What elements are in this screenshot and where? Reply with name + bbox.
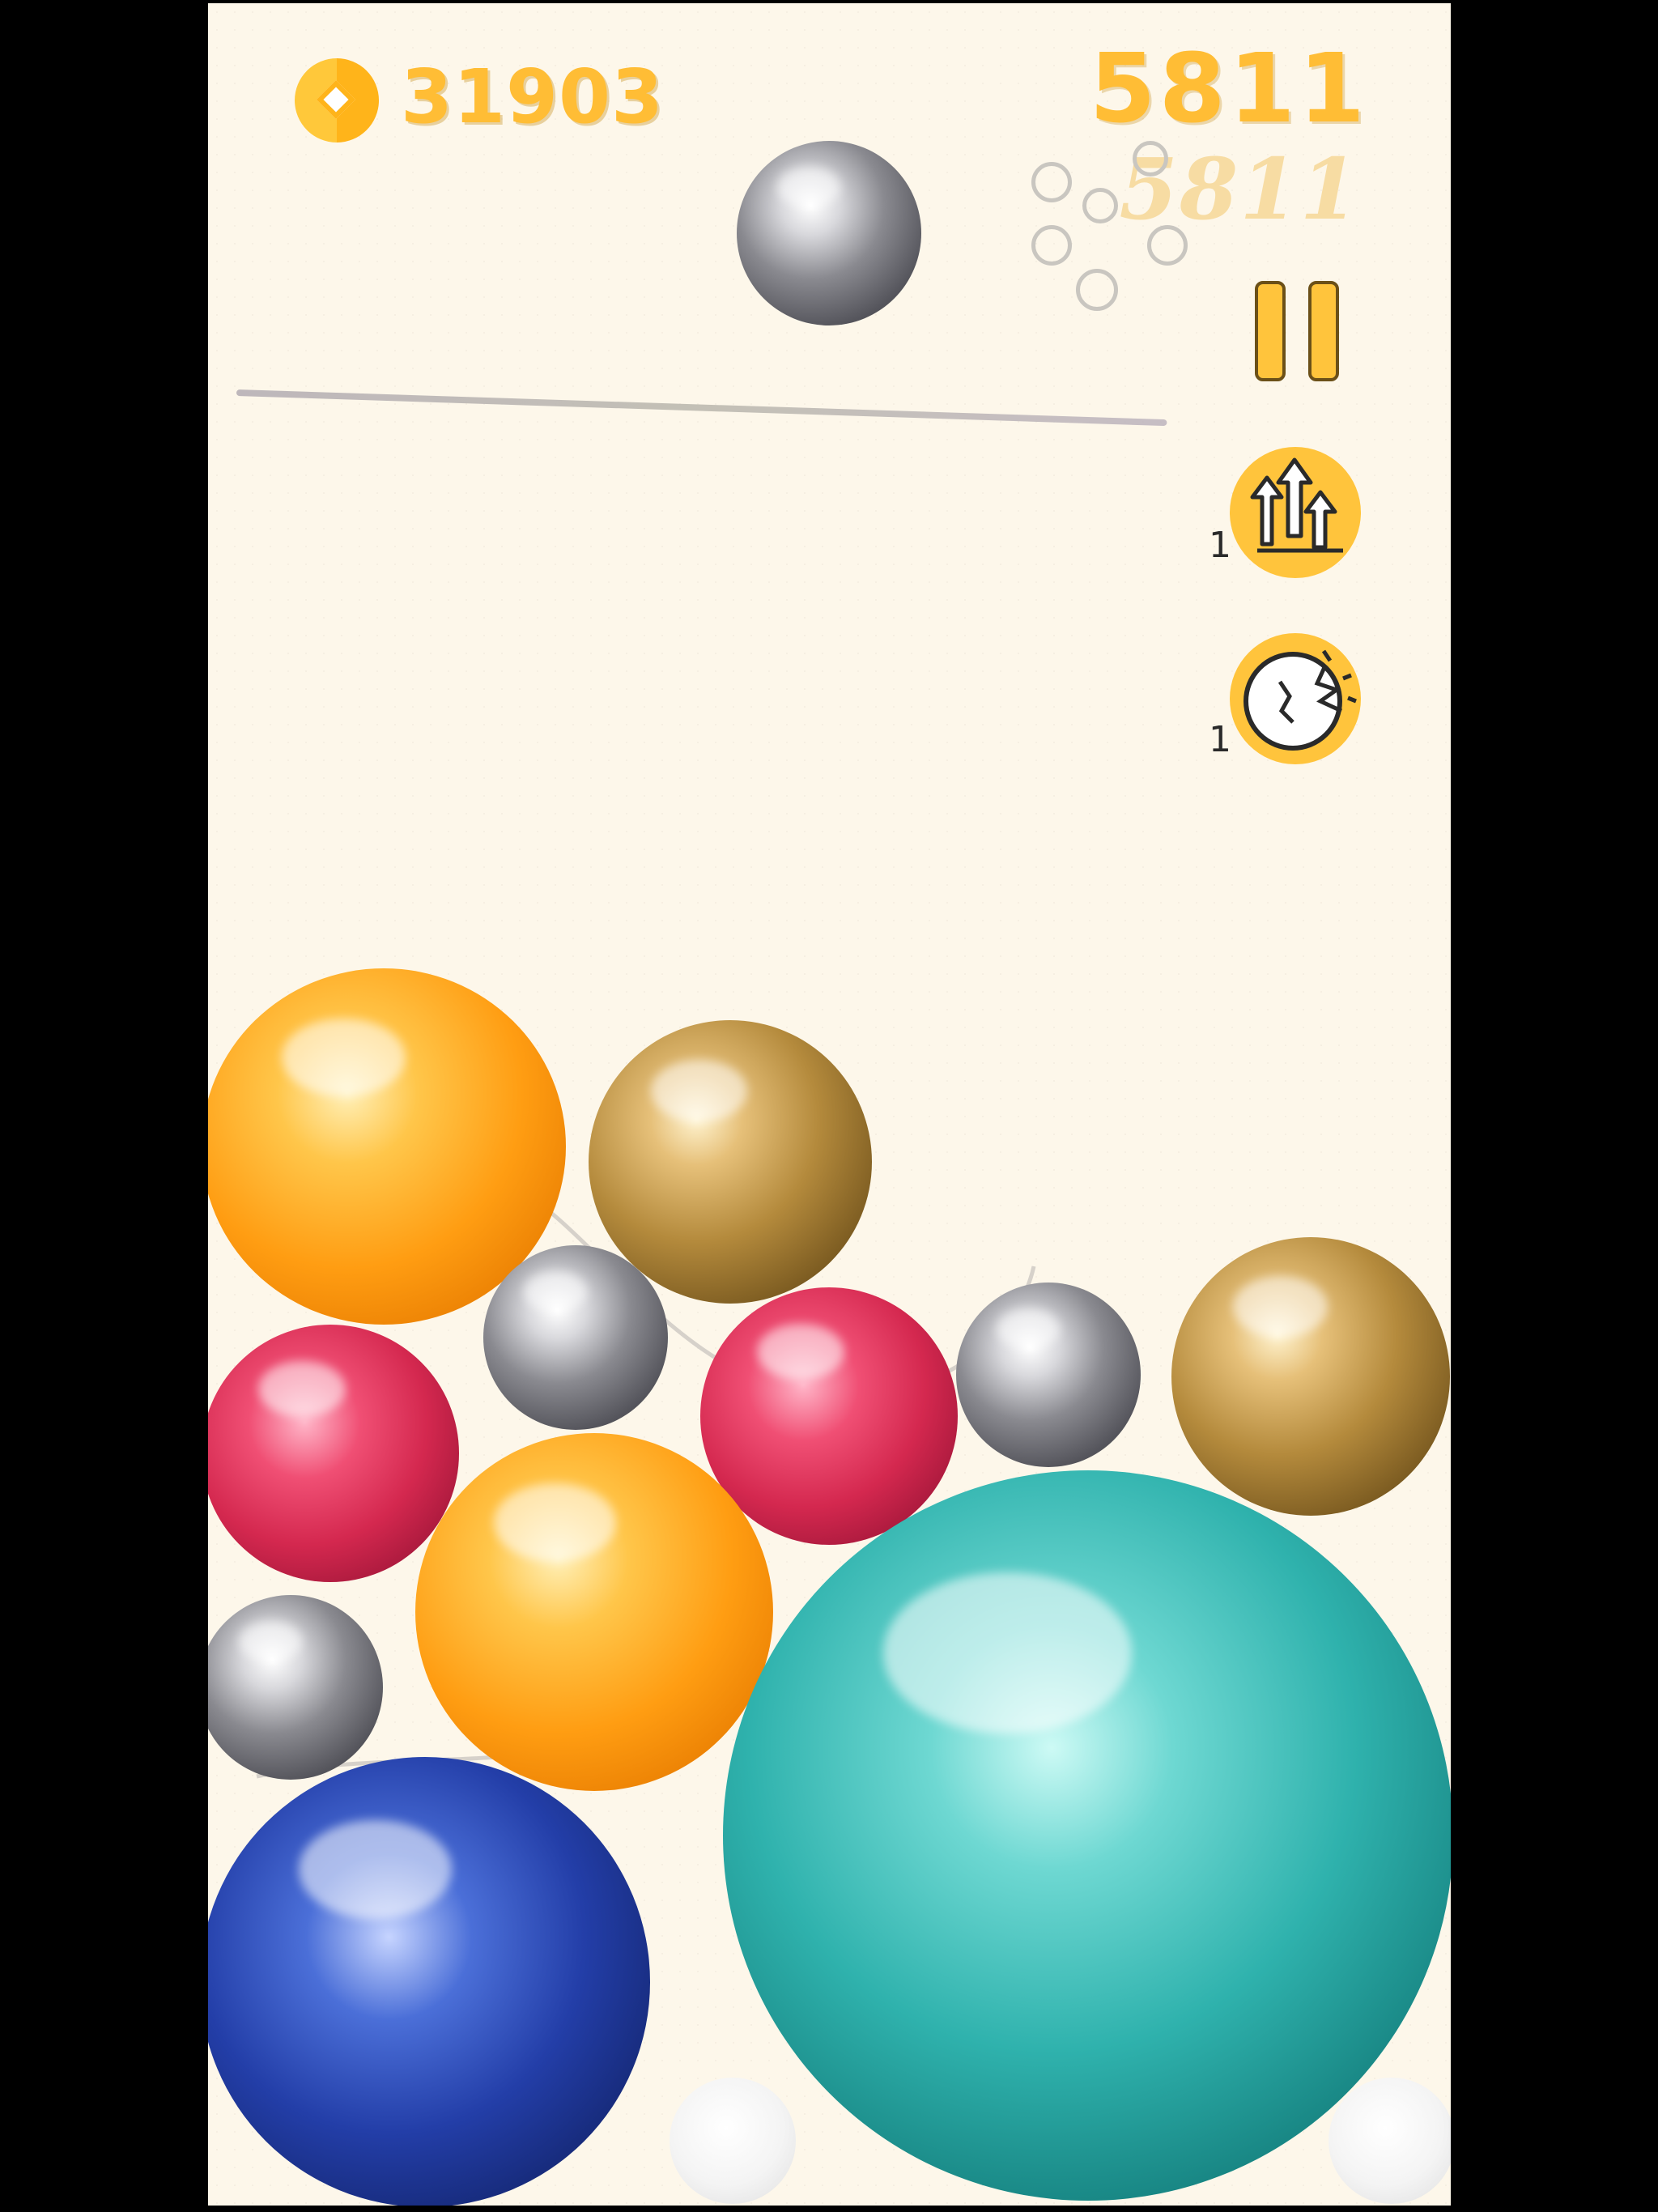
ball-white bbox=[1329, 2078, 1451, 2204]
ball-orange bbox=[415, 1433, 773, 1791]
ball-ruby bbox=[208, 1325, 459, 1582]
ball-teal bbox=[723, 1470, 1451, 2201]
ball-gold bbox=[589, 1020, 872, 1304]
game-board[interactable]: 31903 5811 5811 1 1 bbox=[208, 3, 1451, 2206]
ball-blue bbox=[208, 1757, 650, 2206]
ball-white bbox=[670, 2078, 796, 2204]
ball-gold bbox=[1171, 1237, 1450, 1516]
ball-silver bbox=[956, 1283, 1141, 1467]
next-ball-silver bbox=[737, 141, 921, 325]
ball-silver bbox=[483, 1245, 668, 1430]
